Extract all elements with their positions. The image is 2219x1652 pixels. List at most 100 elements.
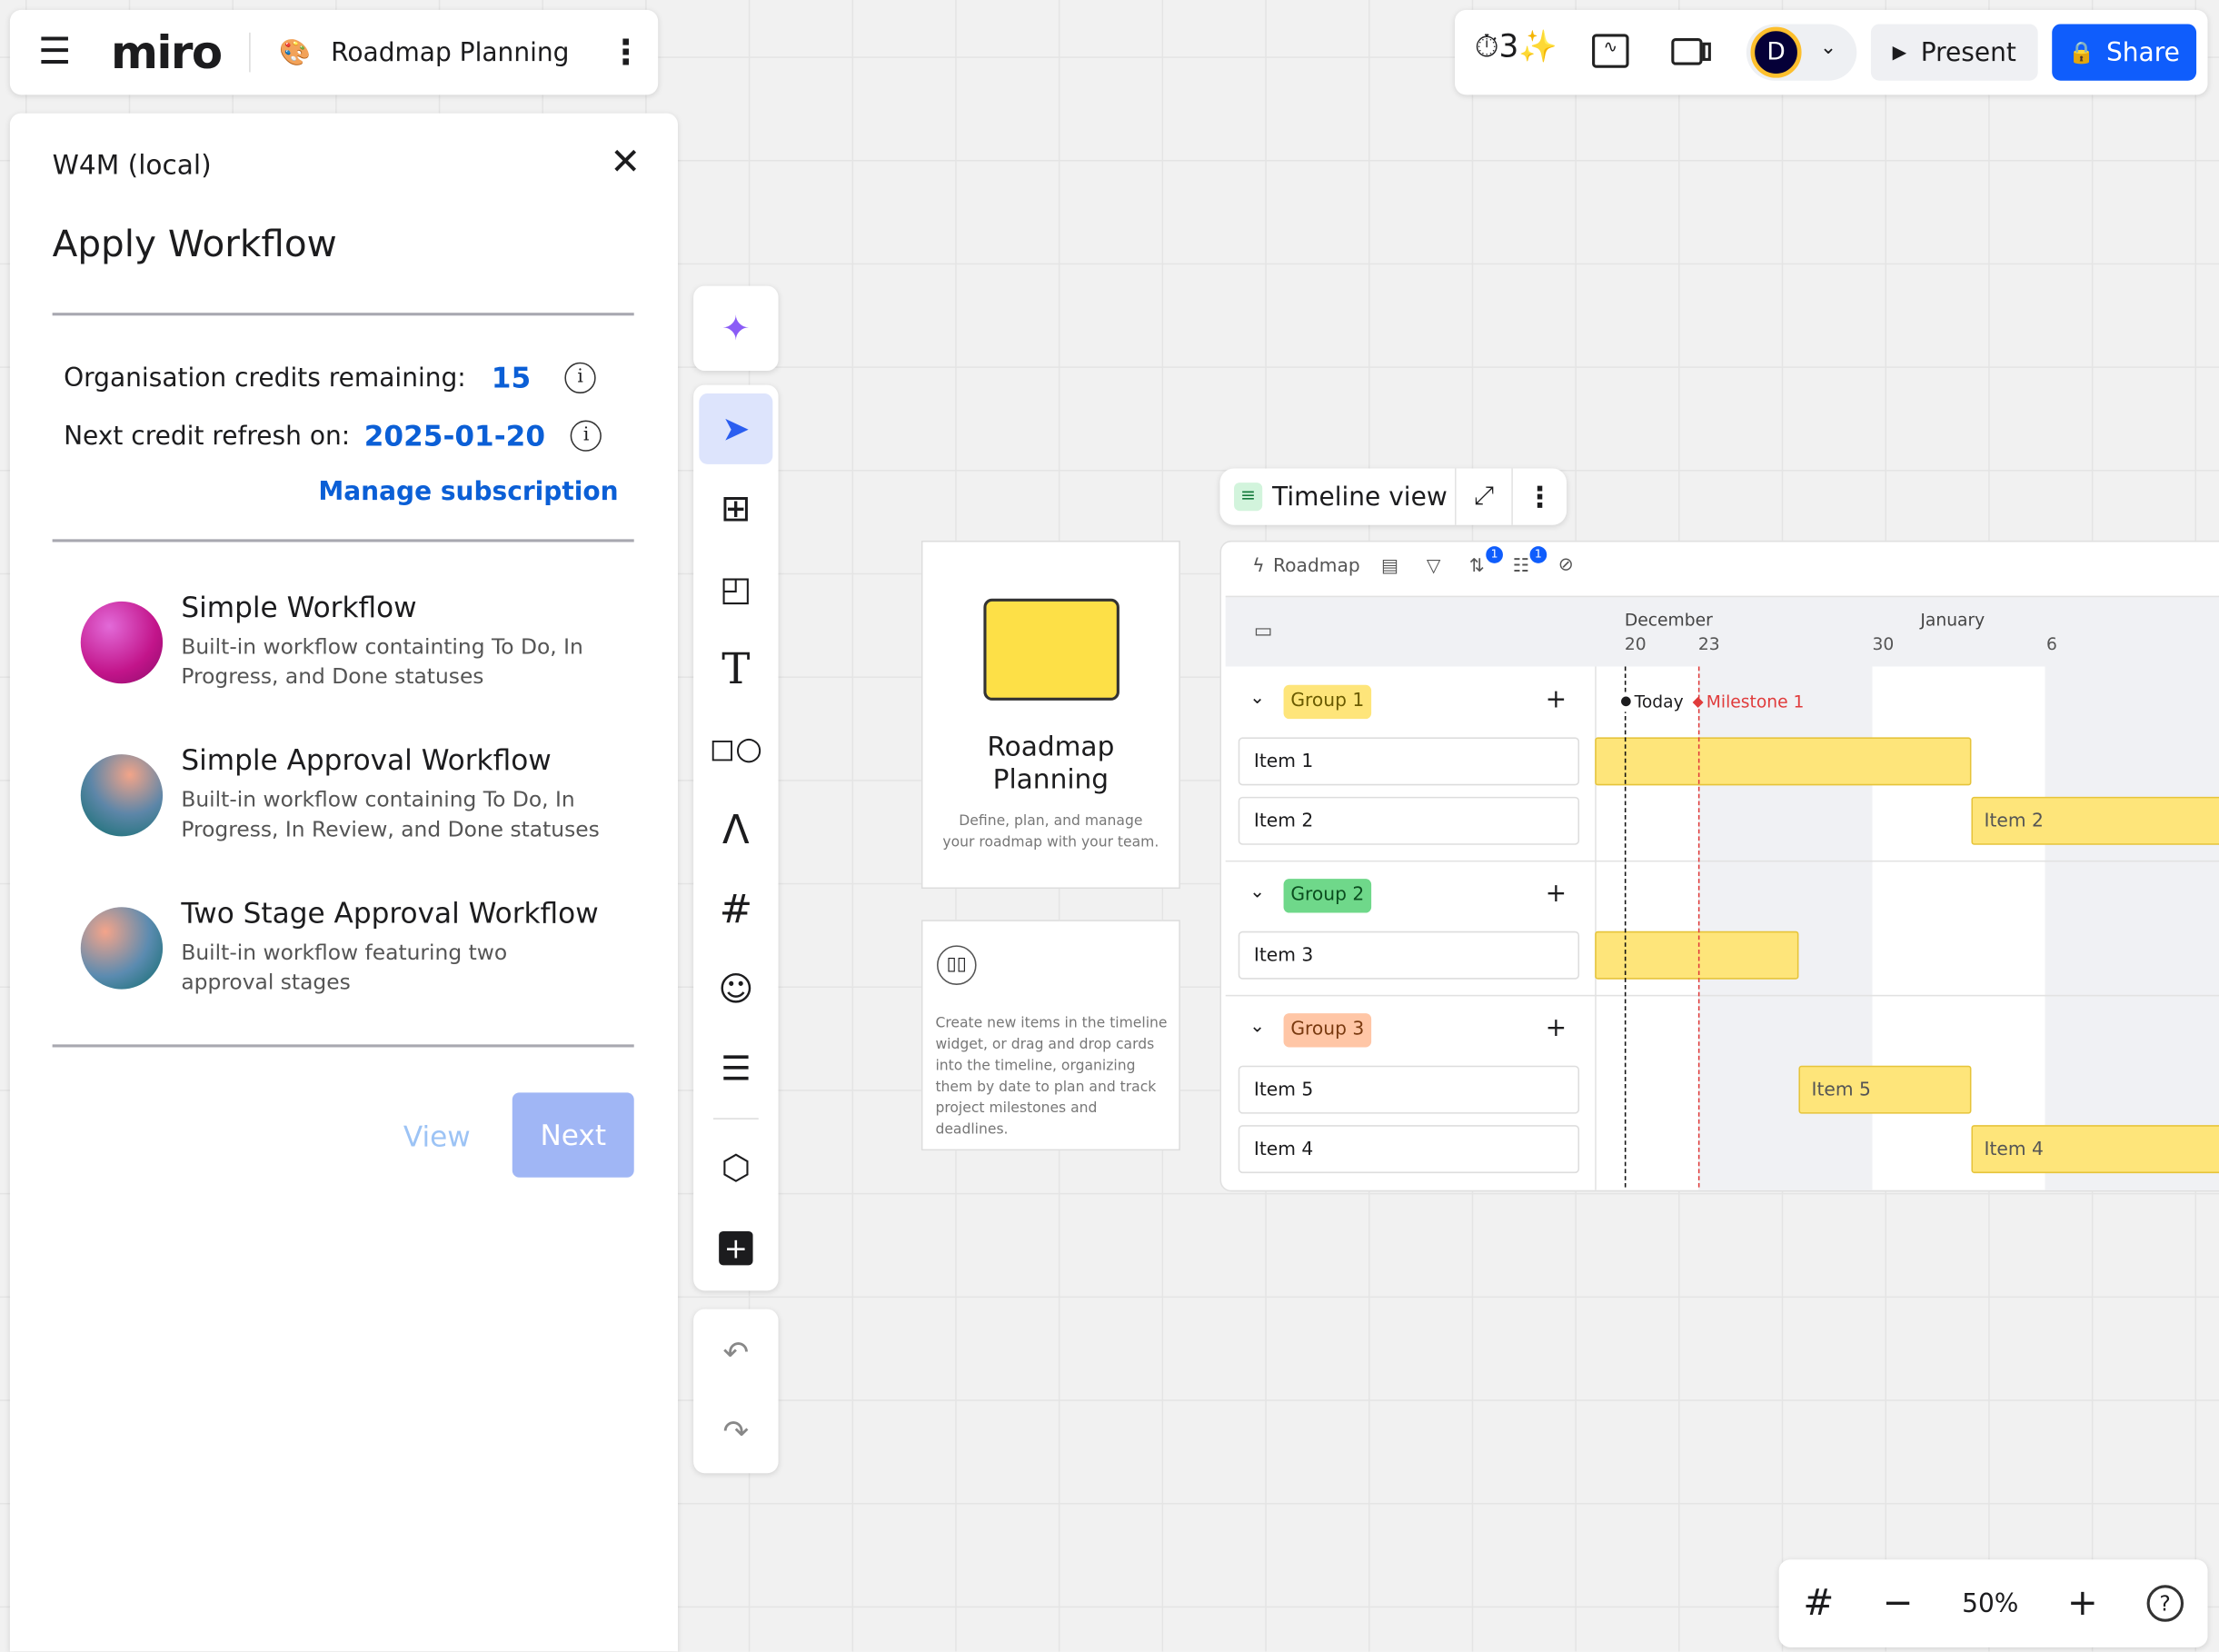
divider [52, 313, 634, 316]
hide-icon[interactable]: ⊘ [1558, 555, 1574, 576]
miro-logo[interactable]: miro [111, 25, 223, 79]
apply-workflow-panel: W4M (local) ✕ Apply Workflow Organisatio… [9, 113, 678, 1652]
help-card[interactable]: ▯▯ Create new items in the timeline widg… [920, 920, 1180, 1151]
manage-subscription-link[interactable]: Manage subscription [318, 477, 618, 507]
divider [1225, 994, 2219, 997]
divider [1225, 860, 2219, 862]
view-button[interactable]: View [403, 1120, 471, 1153]
help-text: Create new items in the timeline widget,… [935, 1016, 1168, 1139]
timeline-scale: ▭ December January 20 23 30 6 [1225, 595, 2219, 667]
sticky-note-icon[interactable]: ◰ [699, 553, 772, 624]
timeline-row[interactable]: Item 5 [1238, 1065, 1580, 1114]
more-icon[interactable]: ⋮ [609, 33, 642, 73]
more-icon[interactable]: ⋮ [1511, 468, 1567, 525]
sort-icon[interactable]: ⇅ [1469, 556, 1485, 577]
timeline-bar[interactable]: Item 5 [1798, 1065, 1972, 1114]
sticker-icon[interactable]: ☺ [699, 954, 772, 1025]
credits-label: Organisation credits remaining: [64, 363, 466, 393]
zoom-controls: # − 50% + ? [1778, 1559, 2208, 1647]
timeline-header: ≡ Timeline view ⤢ ⋮ [1219, 468, 1567, 525]
filter-icon[interactable]: ▽ [1427, 556, 1441, 577]
day-label: 20 [1624, 633, 1647, 654]
divider [249, 32, 252, 73]
group-icon[interactable]: ☷ [1513, 556, 1529, 577]
timeline-row[interactable]: Item 2 [1238, 796, 1580, 845]
day-label: 30 [1872, 633, 1895, 654]
timeline-view-label[interactable]: Timeline view [1272, 482, 1448, 512]
sort-badge: 1 [1486, 546, 1503, 563]
divider [52, 539, 634, 542]
comment-icon[interactable]: ☰ [699, 1033, 772, 1104]
zoom-in-icon[interactable]: + [2067, 1582, 2098, 1625]
select-cursor-icon[interactable]: ➤ [699, 393, 773, 464]
text-icon[interactable]: T [699, 634, 772, 705]
video-icon-lens [1702, 42, 1711, 61]
present-button[interactable]: ▶ Present [1870, 24, 2038, 81]
pen-icon[interactable]: Ʌ [699, 794, 772, 865]
board-title[interactable]: Roadmap Planning [331, 37, 569, 67]
workflow-avatar [80, 907, 164, 990]
timeline-row[interactable]: Item 1 [1238, 737, 1580, 786]
milestone-marker[interactable]: ◆ Milestone 1 [1693, 692, 1805, 712]
video-icon[interactable] [1671, 38, 1703, 65]
card-title: Roadmap Planning [987, 731, 1115, 796]
more-apps-icon[interactable]: + [699, 1213, 772, 1284]
add-item-icon[interactable]: + [1546, 685, 1567, 715]
chevron-down-icon[interactable]: ⌄ [1249, 881, 1265, 902]
next-button[interactable]: Next [512, 1092, 634, 1178]
lightning-icon: ϟ [1252, 556, 1265, 578]
close-icon[interactable]: ✕ [610, 142, 641, 184]
non-working-days [2045, 666, 2219, 1190]
app-name: W4M (local) [52, 150, 212, 182]
group-tag: Group 2 [1283, 879, 1372, 913]
refresh-label: Next credit refresh on: [64, 421, 351, 452]
timeline-row[interactable]: Item 3 [1238, 930, 1580, 980]
play-icon: ▶ [1892, 41, 1907, 64]
timeline-row[interactable]: Item 4 [1238, 1125, 1580, 1174]
share-button[interactable]: 🔒 Share [2052, 24, 2197, 81]
reactions-icon[interactable]: ⏱3✨ [1475, 30, 1557, 65]
expand-icon[interactable]: ⤢ [1455, 468, 1511, 525]
redo-icon[interactable]: ↷ [699, 1397, 772, 1468]
zoom-out-icon[interactable]: − [1883, 1582, 1914, 1625]
day-label: 6 [2046, 633, 2057, 654]
chevron-down-icon[interactable]: ⌄ [1249, 688, 1265, 709]
ai-toolbar: ✦ [693, 285, 779, 372]
card-icon[interactable]: ▤ [1381, 556, 1398, 577]
workflow-avatar [80, 754, 164, 837]
3d-cube-icon[interactable]: ⬡ [699, 1132, 772, 1203]
info-icon[interactable]: i [564, 362, 596, 393]
zoom-level[interactable]: 50% [1962, 1588, 2018, 1618]
add-item-icon[interactable]: + [1546, 879, 1567, 909]
chevron-down-icon[interactable]: ⌄ [1249, 1016, 1265, 1037]
timeline-bar[interactable]: Item 2 [1971, 796, 2219, 845]
month-label: December [1624, 610, 1713, 631]
month-label: January [1920, 610, 1985, 631]
timeline-bar[interactable]: Item 4 [1971, 1125, 2219, 1174]
help-icon[interactable]: ? [2146, 1585, 2184, 1622]
calendar-icon[interactable]: ▭ [1254, 620, 1273, 642]
today-line [1624, 666, 1627, 1188]
fit-frame-icon[interactable]: # [1803, 1582, 1834, 1625]
chevron-down-icon: ⌄ [1819, 36, 1837, 60]
roadmap-button[interactable]: ϟ Roadmap [1252, 556, 1360, 577]
timeline-widget: ϟ Roadmap ▤ ▽ ⇅ 1 ☷ 1 ⊘ ▭ December Januar… [1219, 540, 2219, 1192]
activity-icon[interactable]: ∿ [1592, 34, 1629, 68]
board-header: ☰ miro 🎨 Roadmap Planning ⋮ [9, 9, 659, 95]
frame-icon[interactable]: # [699, 873, 772, 944]
roadmap-card[interactable]: Roadmap Planning Define, plan, and manag… [920, 540, 1180, 890]
undo-icon[interactable]: ↶ [699, 1318, 772, 1388]
menu-icon[interactable]: ☰ [38, 31, 71, 74]
timeline-bar[interactable] [1595, 737, 1972, 786]
creation-toolbar: ➤ ⊞ ◰ T ◻○ Ʌ # ☺ ☰ ⬡ + [693, 384, 779, 1291]
user-menu[interactable]: D ⌄ [1746, 24, 1857, 81]
add-item-icon[interactable]: + [1546, 1013, 1567, 1043]
book-icon: ▯▯ [936, 945, 977, 985]
lock-icon: 🔒 [2068, 39, 2095, 65]
shapes-icon[interactable]: ◻○ [699, 713, 772, 784]
info-icon[interactable]: i [571, 420, 602, 452]
templates-icon[interactable]: ⊞ [699, 474, 772, 545]
collab-toolbar: ⏱3✨ ∿ D ⌄ ▶ Present 🔒 Share [1455, 9, 2208, 95]
refresh-date: 2025-01-20 [363, 418, 546, 453]
ai-sparkle-icon[interactable]: ✦ [699, 293, 772, 363]
